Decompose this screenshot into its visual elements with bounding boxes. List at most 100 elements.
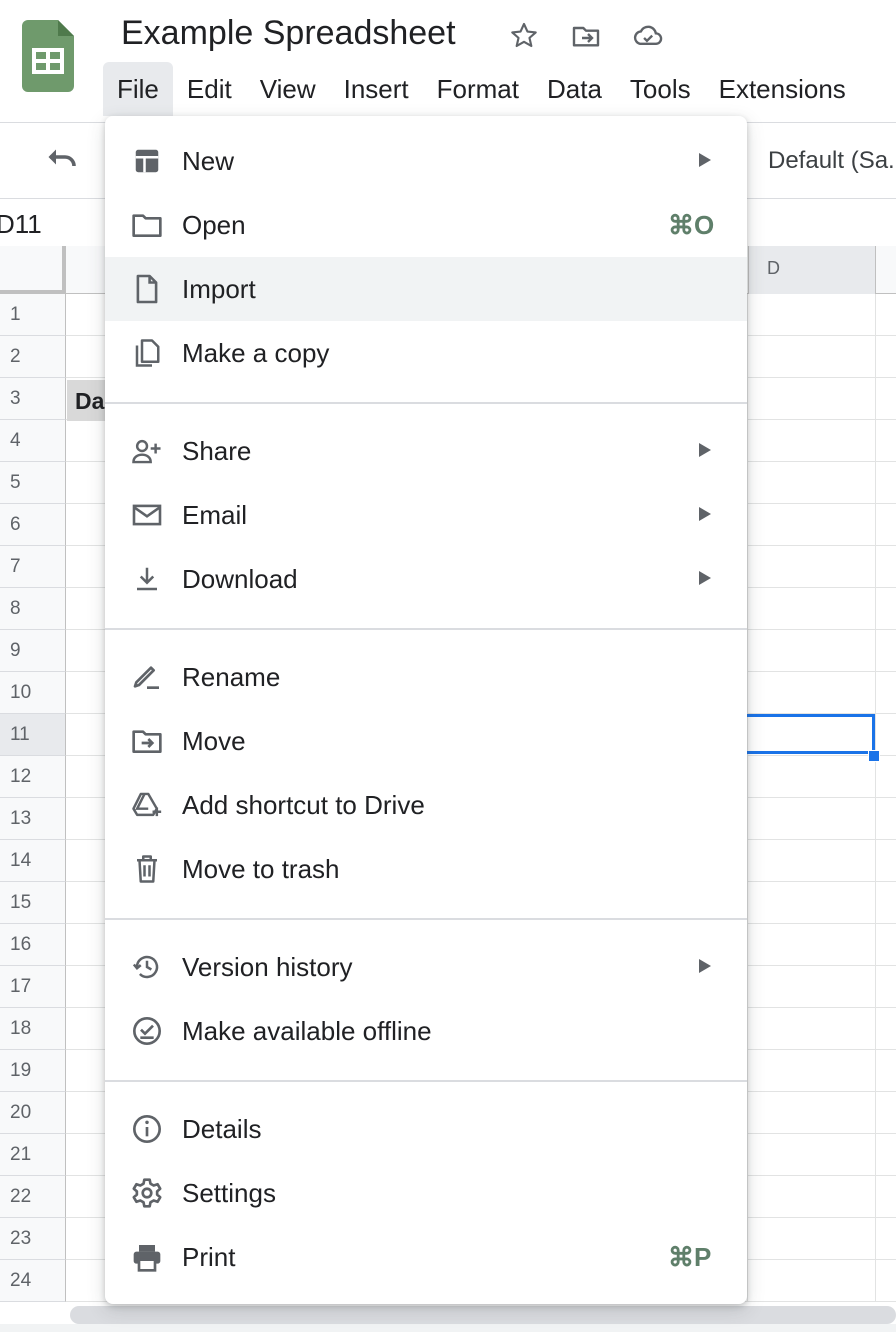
name-box[interactable]: D11	[0, 209, 42, 240]
row-header[interactable]: 20	[0, 1092, 66, 1134]
row-number: 17	[10, 976, 32, 997]
grid-column-line	[875, 294, 876, 1302]
row-header[interactable]: 19	[0, 1050, 66, 1092]
row-number: 6	[10, 514, 21, 535]
menu-item-label: Settings	[182, 1178, 276, 1208]
row-header[interactable]: 16	[0, 924, 66, 966]
undo-icon[interactable]	[44, 145, 80, 180]
menu-item-rename[interactable]: Rename	[105, 645, 747, 709]
selected-cell-d11[interactable]	[747, 714, 875, 754]
new-spreadsheet-icon	[131, 145, 163, 177]
sheets-logo[interactable]	[22, 20, 74, 92]
menu-item-label: Print	[182, 1242, 236, 1272]
copy-icon	[131, 337, 163, 369]
row-header[interactable]: 1	[0, 294, 66, 336]
menu-item-make-a-copy[interactable]: Make a copy	[105, 321, 747, 385]
menu-format[interactable]: Format	[423, 62, 533, 116]
document-title[interactable]: Example Spreadsheet	[121, 14, 456, 53]
move-folder-icon[interactable]	[568, 18, 604, 54]
row-header[interactable]: 12	[0, 756, 66, 798]
menu-item-print[interactable]: Print ⌘P	[105, 1225, 747, 1289]
row-header[interactable]: 10	[0, 672, 66, 714]
cell-a3[interactable]: Da	[67, 380, 107, 421]
cloud-saved-icon[interactable]	[630, 18, 666, 54]
menu-item-download[interactable]: Download	[105, 547, 747, 611]
row-header[interactable]: 21	[0, 1134, 66, 1176]
menu-item-version-history[interactable]: Version history	[105, 935, 747, 999]
submenu-arrow-icon	[699, 507, 711, 521]
menu-item-label: Move	[182, 726, 246, 756]
column-header-d[interactable]: D	[748, 246, 876, 294]
menu-item-details[interactable]: Details	[105, 1097, 747, 1161]
menu-item-label: Move to trash	[182, 854, 340, 884]
menu-separator	[105, 1080, 747, 1082]
row-number: 8	[10, 598, 21, 619]
row-number: 1	[10, 304, 21, 325]
menu-data[interactable]: Data	[533, 62, 616, 116]
star-icon[interactable]	[506, 18, 542, 54]
select-all-corner[interactable]	[0, 246, 66, 294]
row-header[interactable]: 22	[0, 1176, 66, 1218]
menu-item-move[interactable]: Move	[105, 709, 747, 773]
horizontal-scrollbar[interactable]	[70, 1306, 896, 1324]
row-number: 11	[10, 724, 30, 745]
row-header[interactable]: 14	[0, 840, 66, 882]
menu-extensions[interactable]: Extensions	[705, 62, 860, 116]
menu-edit[interactable]: Edit	[173, 62, 246, 116]
download-icon	[131, 563, 163, 595]
menu-item-move-to-trash[interactable]: Move to trash	[105, 837, 747, 901]
column-label: D	[767, 258, 780, 278]
menu-item-settings[interactable]: Settings	[105, 1161, 747, 1225]
menu-tools[interactable]: Tools	[616, 62, 705, 116]
row-number: 12	[10, 766, 32, 787]
menu-item-label: Add shortcut to Drive	[182, 790, 425, 820]
row-number: 13	[10, 808, 32, 829]
menu-item-label: Make available offline	[182, 1016, 432, 1046]
menu-item-label: Rename	[182, 662, 281, 692]
menu-item-email[interactable]: Email	[105, 483, 747, 547]
menu-item-open[interactable]: Open ⌘O	[105, 193, 747, 257]
row-number: 14	[10, 850, 32, 871]
row-header[interactable]: 13	[0, 798, 66, 840]
row-number: 2	[10, 346, 21, 367]
row-header[interactable]: 17	[0, 966, 66, 1008]
menu-item-make-available-offline[interactable]: Make available offline	[105, 999, 747, 1063]
drive-shortcut-icon	[131, 789, 163, 821]
trash-icon	[131, 853, 163, 885]
row-header[interactable]: 7	[0, 546, 66, 588]
row-header[interactable]: 5	[0, 462, 66, 504]
font-family-select[interactable]: Default (Sa...	[768, 147, 896, 175]
menu-view[interactable]: View	[246, 62, 330, 116]
keyboard-shortcut: ⌘O	[668, 210, 715, 240]
menu-item-import[interactable]: Import	[105, 257, 747, 321]
printer-icon	[131, 1241, 163, 1273]
row-header[interactable]: 6	[0, 504, 66, 546]
row-header[interactable]: 3	[0, 378, 66, 420]
menu-item-label: Download	[182, 564, 298, 594]
fill-handle[interactable]	[868, 750, 880, 762]
row-number: 9	[10, 640, 21, 661]
submenu-arrow-icon	[699, 571, 711, 585]
row-header[interactable]: 18	[0, 1008, 66, 1050]
history-icon	[131, 951, 163, 983]
row-header[interactable]: 4	[0, 420, 66, 462]
row-header[interactable]: 11	[0, 714, 66, 756]
menu-item-add-shortcut-to-drive[interactable]: Add shortcut to Drive	[105, 773, 747, 837]
row-header[interactable]: 24	[0, 1260, 66, 1302]
menu-item-share[interactable]: Share	[105, 419, 747, 483]
row-header[interactable]: 23	[0, 1218, 66, 1260]
row-number: 7	[10, 556, 21, 577]
menu-item-new[interactable]: New	[105, 129, 747, 193]
row-header[interactable]: 8	[0, 588, 66, 630]
menu-insert[interactable]: Insert	[330, 62, 423, 116]
row-header[interactable]: 2	[0, 336, 66, 378]
sheet-tabs-strip	[0, 1324, 896, 1332]
row-header[interactable]: 9	[0, 630, 66, 672]
menu-file[interactable]: File	[103, 62, 173, 116]
row-number: 18	[10, 1018, 32, 1039]
info-icon	[131, 1113, 163, 1145]
menu-item-label: New	[182, 146, 235, 176]
menu-separator	[105, 628, 747, 630]
row-number: 10	[10, 682, 32, 703]
row-header[interactable]: 15	[0, 882, 66, 924]
